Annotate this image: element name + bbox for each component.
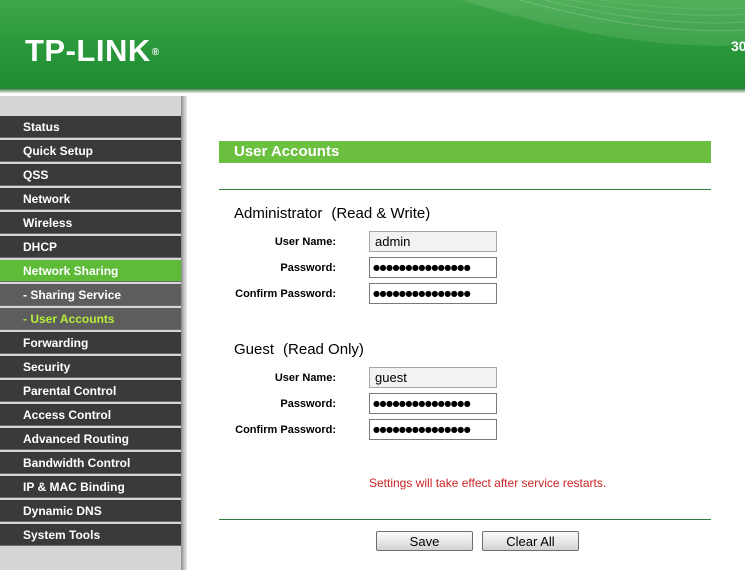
guest-password-input[interactable]: [369, 393, 497, 414]
clear-all-button[interactable]: Clear All: [482, 531, 579, 551]
sidebar-item-status[interactable]: Status: [0, 116, 181, 138]
administrator-title: Administrator: [234, 205, 323, 222]
sidebar-item-security[interactable]: Security: [0, 356, 181, 378]
admin-username-label: User Name:: [274, 236, 336, 248]
administrator-group-title: Administrator (Read & Write): [234, 205, 430, 222]
restart-notice: Settings will take effect after service …: [369, 476, 607, 490]
admin-confirm-password-input[interactable]: [369, 283, 497, 304]
sidebar-item-access-control[interactable]: Access Control: [0, 404, 181, 426]
admin-password-label: Password:: [280, 262, 336, 274]
guest-confirm-password-label: Confirm Password:: [235, 424, 336, 436]
save-button[interactable]: Save: [376, 531, 473, 551]
sidebar-item-qss[interactable]: QSS: [0, 164, 181, 186]
guest-username-label: User Name:: [274, 372, 336, 384]
administrator-role: (Read & Write): [331, 205, 431, 222]
sidebar-item-system-tools[interactable]: System Tools: [0, 524, 181, 546]
sidebar-item-parental-control[interactable]: Parental Control: [0, 380, 181, 402]
sidebar-item-quick-setup[interactable]: Quick Setup: [0, 140, 181, 162]
brand-logo-text: TP-LINK: [25, 33, 151, 68]
guest-confirm-password-input[interactable]: [369, 419, 497, 440]
sidebar-item-dhcp[interactable]: DHCP: [0, 236, 181, 258]
sidebar-item-wireless[interactable]: Wireless: [0, 212, 181, 234]
sidebar-item-sharing-service[interactable]: - Sharing Service: [0, 284, 181, 306]
brand-logo: TP-LINK®: [25, 34, 160, 68]
top-divider: [219, 189, 711, 190]
sidebar-item-advanced-routing[interactable]: Advanced Routing: [0, 428, 181, 450]
header-banner: TP-LINK® 30: [0, 0, 745, 88]
guest-role: (Read Only): [283, 341, 364, 358]
main-content: User Accounts Administrator (Read & Write…: [187, 96, 745, 570]
admin-password-input[interactable]: [369, 257, 497, 278]
guest-title: Guest: [234, 341, 275, 358]
router-admin-page: TP-LINK® 30 Status Quick Setup QSS Netwo…: [0, 0, 745, 570]
section-title: User Accounts: [219, 141, 711, 163]
guest-username-input[interactable]: [369, 367, 497, 388]
bottom-divider: [219, 519, 711, 520]
sidebar-item-bandwidth-control[interactable]: Bandwidth Control: [0, 452, 181, 474]
header-divider: [0, 88, 745, 96]
sidebar-nav: Status Quick Setup QSS Network Wireless …: [0, 96, 181, 570]
sidebar-item-user-accounts[interactable]: - User Accounts: [0, 308, 181, 330]
sidebar-item-network-sharing[interactable]: Network Sharing: [0, 260, 181, 282]
admin-confirm-password-label: Confirm Password:: [235, 288, 336, 300]
guest-group-title: Guest (Read Only): [234, 341, 364, 358]
sidebar-item-dynamic-dns[interactable]: Dynamic DNS: [0, 500, 181, 522]
admin-username-input[interactable]: [369, 231, 497, 252]
model-number: 30: [731, 38, 745, 54]
sidebar-item-forwarding[interactable]: Forwarding: [0, 332, 181, 354]
sidebar-item-network[interactable]: Network: [0, 188, 181, 210]
registered-mark: ®: [151, 47, 160, 58]
sidebar-item-ip-mac-binding[interactable]: IP & MAC Binding: [0, 476, 181, 498]
guest-password-label: Password:: [280, 398, 336, 410]
